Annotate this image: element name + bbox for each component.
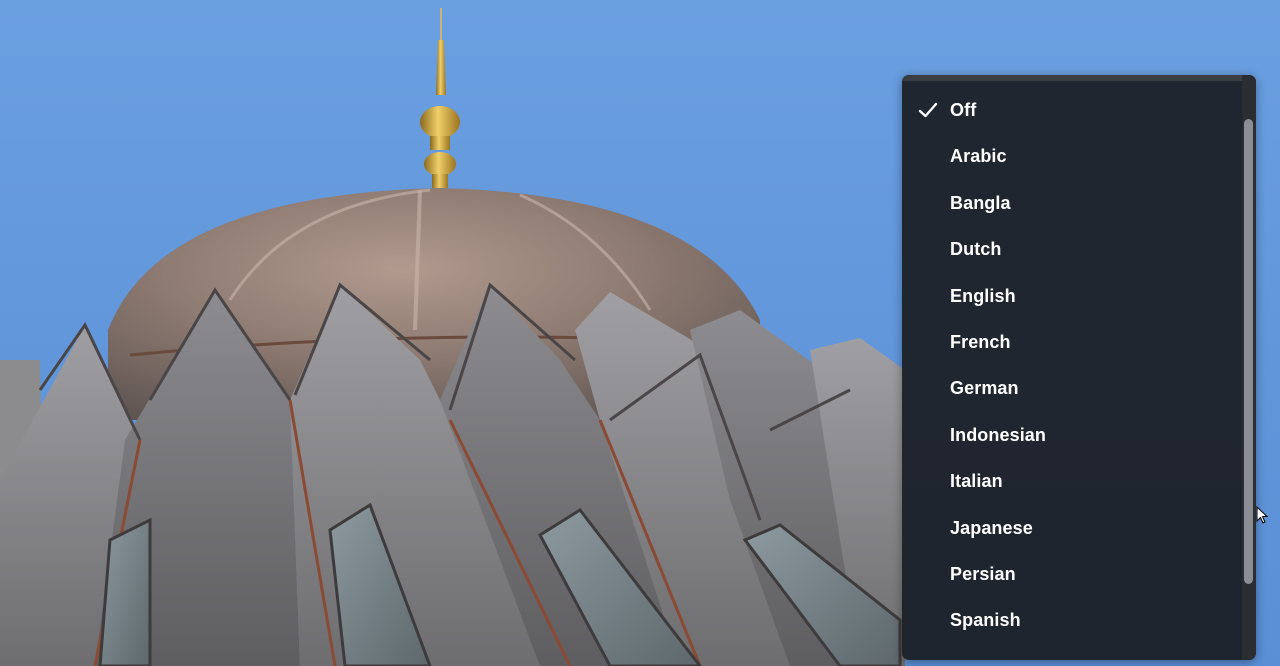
menu-top-edge [902,75,1256,81]
language-option-persian[interactable]: Persian [902,551,1242,597]
language-option-label: French [950,331,1011,352]
language-option-arabic[interactable]: Arabic [902,133,1242,179]
menu-scrollbar[interactable] [1242,75,1256,660]
language-option-italian[interactable]: Italian [902,458,1242,504]
mouse-pointer-icon [1256,506,1268,524]
language-option-indonesian[interactable]: Indonesian [902,412,1242,458]
language-list: Off Arabic Bangla Dutch English French G… [902,87,1242,644]
language-option-japanese[interactable]: Japanese [902,505,1242,551]
language-option-label: Italian [950,471,1003,492]
language-option-label: Persian [950,563,1016,584]
language-option-bangla[interactable]: Bangla [902,180,1242,226]
language-option-label: English [950,285,1016,306]
language-option-label: Off [950,100,977,120]
language-option-label: Bangla [950,192,1011,213]
subtitles-language-menu: Off Arabic Bangla Dutch English French G… [902,75,1256,660]
language-option-dutch[interactable]: Dutch [902,226,1242,272]
language-option-label: Spanish [950,610,1021,631]
menu-scrollbar-thumb[interactable] [1244,119,1253,584]
language-option-label: Japanese [950,517,1033,538]
check-icon [918,102,938,118]
language-option-french[interactable]: French [902,319,1242,365]
language-option-label: Dutch [950,239,1002,260]
language-option-off[interactable]: Off [902,87,1242,133]
language-option-label: German [950,378,1019,399]
language-option-german[interactable]: German [902,365,1242,411]
language-option-label: Arabic [950,146,1007,167]
language-option-label: Indonesian [950,424,1047,445]
language-option-spanish[interactable]: Spanish [902,597,1242,643]
language-option-english[interactable]: English [902,273,1242,319]
